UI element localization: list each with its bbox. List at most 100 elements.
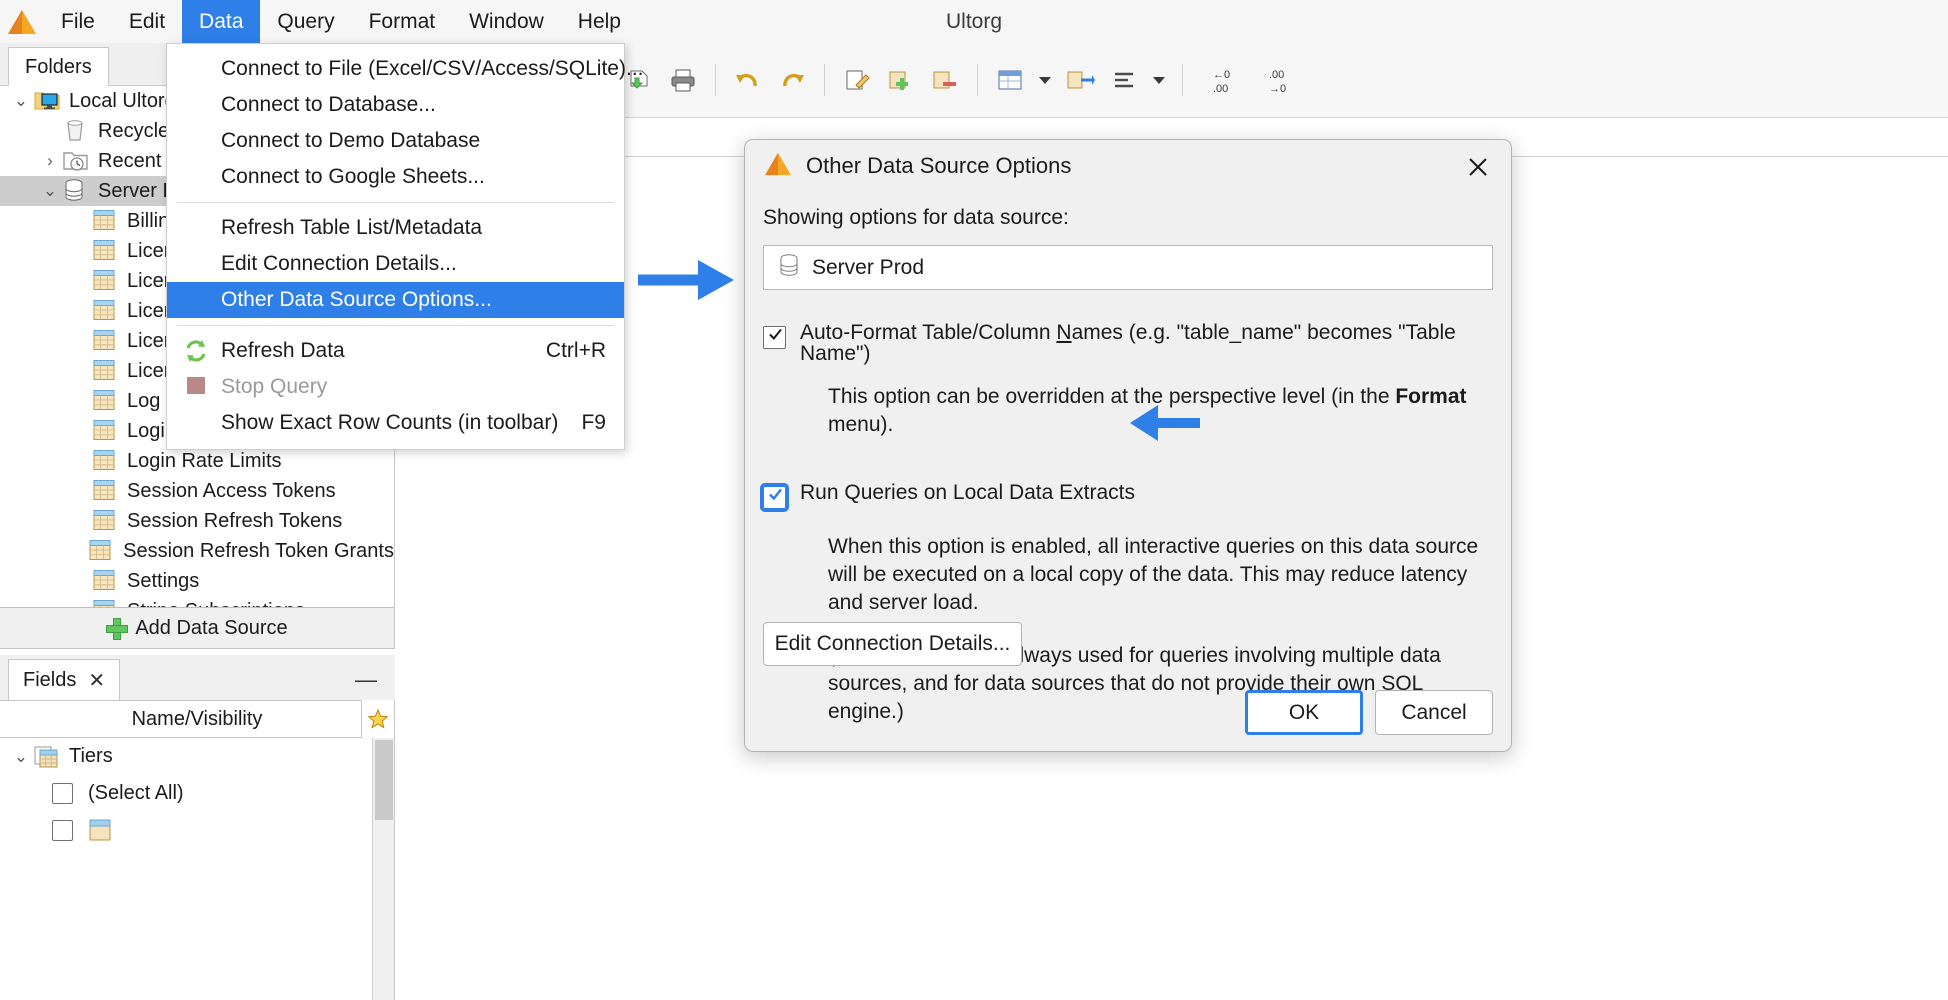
tree-row-label: Login Rate Limits	[127, 449, 282, 472]
fields-scrollbar[interactable]	[372, 738, 394, 1000]
table-icon	[92, 478, 118, 504]
star-icon[interactable]	[361, 700, 394, 738]
cancel-button[interactable]: Cancel	[1375, 690, 1493, 735]
tree-row[interactable]: Login Rate Limits	[0, 446, 394, 476]
data-source-name: Server Prod	[812, 255, 925, 279]
menu-item-label: Connect to File (Excel/CSV/Access/SQLite…	[221, 57, 644, 80]
ok-button[interactable]: OK	[1245, 690, 1363, 735]
align-icon[interactable]	[1104, 60, 1144, 100]
menu-separator	[177, 325, 614, 326]
minimize-icon[interactable]: —	[355, 667, 377, 693]
chevron-down-icon[interactable]	[1034, 60, 1056, 100]
menu-item-label: Connect to Google Sheets...	[221, 165, 485, 188]
auto-format-checkbox[interactable]	[763, 326, 786, 349]
toolbar-divider	[1182, 64, 1183, 96]
tab-folders[interactable]: Folders	[8, 47, 109, 86]
menu-separator	[177, 202, 614, 203]
tree-row[interactable]: Settings	[0, 566, 394, 596]
tab-fields[interactable]: Fields ✕	[8, 659, 121, 700]
tab-fields-label: Fields	[23, 668, 77, 691]
redo-icon[interactable]	[772, 60, 812, 100]
menu-help[interactable]: Help	[561, 0, 638, 43]
table-format-icon[interactable]	[990, 60, 1030, 100]
delete-row-icon[interactable]	[925, 60, 965, 100]
auto-format-label-pre: Auto-Format Table/Column	[800, 321, 1057, 344]
arrow-to-dialog-annotation	[636, 252, 736, 313]
fields-panel: Fields ✕ — Name/Visibility ⌄ Tiers (Sele…	[0, 655, 395, 1000]
menu-item[interactable]: Refresh Data Ctrl+R	[167, 333, 624, 369]
refresh-icon	[183, 338, 209, 364]
fields-group-row[interactable]: ⌄ Tiers	[0, 738, 394, 775]
close-icon[interactable]	[1461, 150, 1495, 184]
add-row-icon[interactable]	[881, 60, 921, 100]
menu-data-label: Data	[199, 9, 244, 33]
ultorg-triangle-logo-icon	[764, 152, 792, 181]
menu-item[interactable]: Connect to File (Excel/CSV/Access/SQLite…	[167, 51, 643, 87]
svg-text:→0: →0	[1269, 83, 1286, 95]
tab-folders-label: Folders	[25, 55, 92, 78]
menu-window[interactable]: Window	[452, 0, 561, 43]
auto-format-label: Auto-Format Table/Column Names (e.g. "ta…	[800, 322, 1493, 364]
tree-row-label: Local Ultorg	[69, 89, 176, 112]
toolbar-divider	[715, 64, 716, 96]
dialog-titlebar: Other Data Source Options	[745, 140, 1511, 192]
tree-row[interactable]: Session Refresh Tokens	[0, 506, 394, 536]
menu-item-label: Stop Query	[221, 375, 328, 398]
menu-edit[interactable]: Edit	[112, 0, 182, 43]
add-data-source-button[interactable]: Add Data Source	[0, 607, 395, 649]
menu-data[interactable]: Data	[182, 0, 261, 43]
local-extracts-option-row[interactable]: Run Queries on Local Data Extracts	[760, 482, 1493, 512]
chevron-right-icon[interactable]: ›	[37, 151, 63, 171]
menu-file-label: File	[61, 9, 95, 33]
menu-query[interactable]: Query	[260, 0, 351, 43]
chevron-down-icon[interactable]	[1148, 60, 1170, 100]
local-computer-folder-icon	[34, 88, 60, 114]
menu-item[interactable]: Edit Connection Details...	[167, 246, 624, 282]
stop-icon	[185, 374, 211, 400]
undo-icon[interactable]	[728, 60, 768, 100]
chevron-down-icon[interactable]: ⌄	[8, 91, 34, 111]
toolbar-divider	[824, 64, 825, 96]
fields-scrollbar-thumb[interactable]	[375, 740, 393, 820]
menu-item[interactable]: Connect to Google Sheets...	[167, 159, 624, 195]
pivot-icon[interactable]	[1060, 60, 1100, 100]
auto-format-desc-post: menu).	[828, 413, 894, 437]
menu-item[interactable]: Connect to Demo Database	[167, 123, 624, 159]
table-icon	[92, 328, 118, 354]
tree-row[interactable]: Session Refresh Token Grants	[0, 536, 394, 566]
decrease-decimal-icon[interactable]: ←0 .00	[1195, 60, 1247, 100]
edit-connection-details-button[interactable]: Edit Connection Details...	[763, 622, 1022, 666]
svg-text:.00: .00	[1269, 69, 1284, 81]
menu-window-label: Window	[469, 9, 544, 33]
menu-format[interactable]: Format	[352, 0, 453, 43]
field-row-checkbox[interactable]	[52, 820, 73, 841]
print-icon[interactable]	[663, 60, 703, 100]
increase-decimal-icon[interactable]: .00 →0	[1251, 60, 1303, 100]
fields-tabstrip: Fields ✕ —	[0, 655, 395, 700]
fields-partial-row[interactable]	[0, 812, 394, 849]
tree-row[interactable]: Session Access Tokens	[0, 476, 394, 506]
menu-item[interactable]: Show Exact Row Counts (in toolbar) F9	[167, 405, 624, 441]
data-source-field[interactable]: Server Prod	[763, 245, 1493, 290]
fields-list[interactable]: ⌄ Tiers (Select All)	[0, 738, 395, 1000]
ultorg-triangle-logo-icon	[0, 0, 44, 43]
recycle-bin-icon	[63, 118, 89, 144]
menu-item-label: Show Exact Row Counts (in toolbar)	[221, 411, 559, 434]
menu-item[interactable]: Connect to Database...	[167, 87, 624, 123]
chevron-down-icon[interactable]: ⌄	[37, 181, 63, 201]
tree-row[interactable]: Stripe Subscriptions	[0, 596, 394, 607]
data-menu-dropdown[interactable]: Connect to File (Excel/CSV/Access/SQLite…	[166, 43, 643, 450]
fields-select-all-row[interactable]: (Select All)	[0, 775, 394, 812]
auto-format-option-row[interactable]: Auto-Format Table/Column Names (e.g. "ta…	[763, 322, 1493, 364]
menu-item[interactable]: Refresh Table List/Metadata	[167, 210, 624, 246]
menu-item[interactable]: Other Data Source Options...	[167, 282, 624, 318]
edit-icon[interactable]	[837, 60, 877, 100]
chevron-down-icon[interactable]: ⌄	[8, 747, 34, 767]
local-extracts-checkbox[interactable]	[760, 482, 789, 512]
select-all-checkbox[interactable]	[52, 783, 73, 804]
toolbar-divider	[977, 64, 978, 96]
svg-text:.00: .00	[1213, 83, 1228, 95]
menu-file[interactable]: File	[44, 0, 112, 43]
close-icon[interactable]: ✕	[88, 668, 105, 693]
database-icon	[778, 253, 800, 283]
